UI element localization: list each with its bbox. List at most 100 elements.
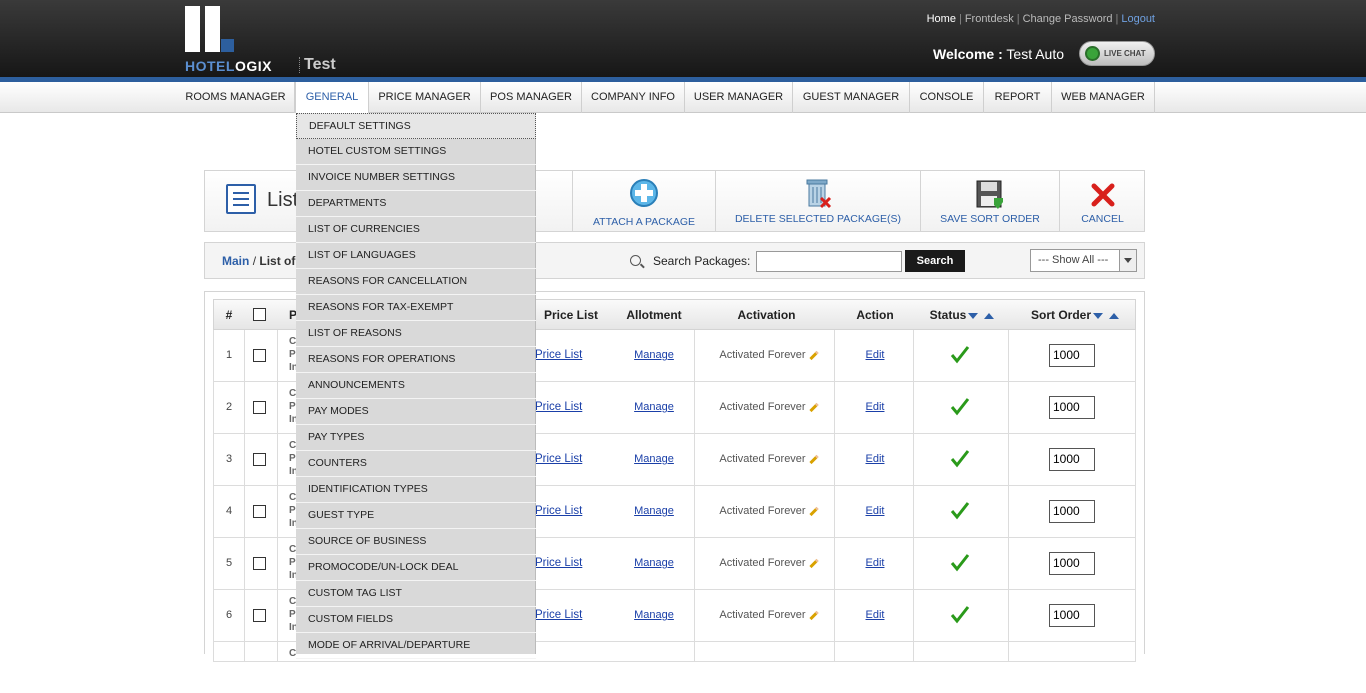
manage-link-text[interactable]: Manage [634, 453, 674, 465]
price-list-link[interactable]: Price List [535, 382, 595, 433]
nav-guest-manager[interactable]: GUEST MANAGER [793, 82, 910, 113]
delete-packages-button[interactable]: DELETE SELECTED PACKAGE(S) [715, 170, 920, 232]
menu-item-identification-types[interactable]: IDENTIFICATION TYPES [296, 477, 536, 503]
edit-link-text[interactable]: Edit [866, 505, 885, 517]
pencil-edit-icon[interactable] [808, 610, 819, 620]
row-checkbox[interactable] [253, 453, 266, 466]
allotment-manage-link[interactable]: Manage [619, 538, 689, 589]
edit-link[interactable]: Edit [844, 590, 906, 641]
pencil-edit-icon[interactable] [808, 350, 819, 360]
menu-item-promocode-un-lock-deal[interactable]: PROMOCODE/UN-LOCK DEAL [296, 555, 536, 581]
breadcrumb-main-link[interactable]: Main [222, 254, 249, 268]
menu-item-custom-fields[interactable]: CUSTOM FIELDS [296, 607, 536, 633]
menu-item-list-of-reasons[interactable]: LIST OF REASONS [296, 321, 536, 347]
price-list-link-text[interactable]: Price List [535, 609, 582, 621]
edit-link-text[interactable]: Edit [866, 401, 885, 413]
sort-desc-icon[interactable] [968, 312, 979, 319]
edit-link[interactable]: Edit [844, 486, 906, 537]
sort-asc-icon[interactable] [1109, 312, 1119, 319]
nav-rooms-manager[interactable]: ROOMS MANAGER [177, 82, 295, 113]
sort-order-input[interactable]: 1000 [1049, 604, 1095, 627]
allotment-manage-link[interactable]: Manage [619, 486, 689, 537]
search-button[interactable]: Search [905, 250, 965, 272]
status-active-check-icon[interactable] [950, 448, 970, 468]
frontdesk-link[interactable]: Frontdesk [965, 13, 1014, 25]
nav-user-manager[interactable]: USER MANAGER [685, 82, 793, 113]
menu-item-reasons-for-tax-exempt[interactable]: REASONS FOR TAX-EXEMPT [296, 295, 536, 321]
allotment-manage-link[interactable]: Manage [619, 382, 689, 433]
price-list-link[interactable]: Price List [535, 590, 595, 641]
nav-console[interactable]: CONSOLE [910, 82, 984, 113]
nav-company-info[interactable]: COMPANY INFO [582, 82, 685, 113]
menu-item-default-settings[interactable]: DEFAULT SETTINGS [296, 113, 536, 139]
edit-link[interactable]: Edit [844, 538, 906, 589]
allotment-manage-link[interactable]: Manage [619, 590, 689, 641]
pencil-edit-icon[interactable] [808, 506, 819, 516]
logout-link[interactable]: Logout [1121, 13, 1155, 25]
manage-link-text[interactable]: Manage [634, 505, 674, 517]
menu-item-list-of-currencies[interactable]: LIST OF CURRENCIES [296, 217, 536, 243]
pencil-edit-icon[interactable] [808, 558, 819, 568]
pencil-edit-icon[interactable] [808, 402, 819, 412]
allotment-manage-link[interactable]: Manage [619, 330, 689, 381]
header-sort-order[interactable]: Sort Order [1019, 300, 1131, 331]
nav-pos-manager[interactable]: POS MANAGER [481, 82, 582, 113]
manage-link-text[interactable]: Manage [634, 557, 674, 569]
row-checkbox[interactable] [253, 401, 266, 414]
edit-link-text[interactable]: Edit [866, 557, 885, 569]
status-active-check-icon[interactable] [950, 604, 970, 624]
price-list-link-text[interactable]: Price List [535, 505, 582, 517]
edit-link[interactable]: Edit [844, 382, 906, 433]
menu-item-announcements[interactable]: ANNOUNCEMENTS [296, 373, 536, 399]
allotment-manage-link[interactable]: Manage [619, 434, 689, 485]
show-filter-select[interactable]: --- Show All --- [1030, 249, 1137, 272]
row-checkbox[interactable] [253, 557, 266, 570]
price-list-link[interactable]: Price List [535, 434, 595, 485]
price-list-link-text[interactable]: Price List [535, 349, 582, 361]
search-input[interactable] [756, 251, 902, 272]
activation-cell[interactable]: Activated Forever [714, 486, 824, 537]
sort-order-input[interactable]: 1000 [1049, 500, 1095, 523]
menu-item-counters[interactable]: COUNTERS [296, 451, 536, 477]
edit-link[interactable]: Edit [844, 434, 906, 485]
home-link[interactable]: Home [927, 13, 956, 25]
menu-item-reasons-for-operations[interactable]: REASONS FOR OPERATIONS [296, 347, 536, 373]
menu-item-guest-type[interactable]: GUEST TYPE [296, 503, 536, 529]
nav-report[interactable]: REPORT [984, 82, 1052, 113]
sort-order-input[interactable]: 1000 [1049, 344, 1095, 367]
row-checkbox[interactable] [253, 349, 266, 362]
nav-price-manager[interactable]: PRICE MANAGER [369, 82, 481, 113]
menu-item-invoice-number-settings[interactable]: INVOICE NUMBER SETTINGS [296, 165, 536, 191]
select-all-checkbox[interactable] [253, 308, 266, 321]
manage-link-text[interactable]: Manage [634, 401, 674, 413]
hotelogix-logo[interactable]: HOTELOGIX [185, 6, 285, 74]
sort-order-input[interactable]: 1000 [1049, 448, 1095, 471]
price-list-link[interactable]: Price List [535, 330, 595, 381]
row-checkbox[interactable] [253, 505, 266, 518]
sort-asc-icon[interactable] [984, 312, 995, 319]
status-active-check-icon[interactable] [950, 396, 970, 416]
pencil-edit-icon[interactable] [808, 454, 819, 464]
price-list-link-text[interactable]: Price List [535, 453, 582, 465]
change-password-link[interactable]: Change Password [1023, 13, 1113, 25]
cancel-button[interactable]: CANCEL [1059, 170, 1145, 232]
sort-order-input[interactable]: 1000 [1049, 552, 1095, 575]
menu-item-departments[interactable]: DEPARTMENTS [296, 191, 536, 217]
manage-link-text[interactable]: Manage [634, 349, 674, 361]
menu-item-custom-tag-list[interactable]: CUSTOM TAG LIST [296, 581, 536, 607]
price-list-link-text[interactable]: Price List [535, 401, 582, 413]
activation-cell[interactable]: Activated Forever [714, 330, 824, 381]
activation-cell[interactable]: Activated Forever [714, 382, 824, 433]
menu-item-pay-types[interactable]: PAY TYPES [296, 425, 536, 451]
nav-web-manager[interactable]: WEB MANAGER [1052, 82, 1155, 113]
sort-desc-icon[interactable] [1093, 312, 1103, 319]
menu-item-reasons-for-cancellation[interactable]: REASONS FOR CANCELLATION [296, 269, 536, 295]
price-list-link[interactable]: Price List [535, 538, 595, 589]
live-chat-button[interactable]: LIVE CHAT [1079, 41, 1155, 66]
status-active-check-icon[interactable] [950, 344, 970, 364]
attach-package-button[interactable]: ATTACH A PACKAGE [572, 170, 715, 232]
status-active-check-icon[interactable] [950, 500, 970, 520]
price-list-link-text[interactable]: Price List [535, 557, 582, 569]
save-sort-order-button[interactable]: SAVE SORT ORDER [920, 170, 1059, 232]
edit-link[interactable]: Edit [844, 330, 906, 381]
